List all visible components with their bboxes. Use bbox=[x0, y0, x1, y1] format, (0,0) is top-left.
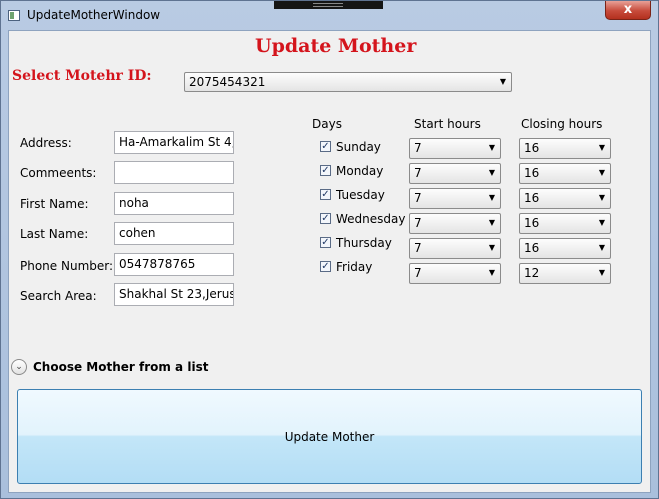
choose-mother-label: Choose Mother from a list bbox=[33, 360, 209, 374]
title-bar[interactable]: UpdateMotherWindow x bbox=[1, 1, 658, 29]
day-label-friday: Friday bbox=[336, 260, 373, 274]
close-hour-value: 16 bbox=[524, 191, 540, 205]
close-hour-select-monday[interactable]: 16 ▼ bbox=[519, 163, 611, 184]
day-checkbox-wednesday[interactable]: ✓ bbox=[320, 213, 331, 224]
start-hour-select-sunday[interactable]: 7 ▼ bbox=[409, 138, 501, 159]
chevron-down-icon: ▼ bbox=[488, 243, 495, 252]
start-hour-value: 7 bbox=[414, 166, 422, 180]
close-hour-value: 16 bbox=[524, 216, 540, 230]
start-hour-value: 7 bbox=[414, 216, 422, 230]
chevron-down-icon: ▼ bbox=[488, 268, 495, 277]
chevron-down-icon: ▼ bbox=[598, 143, 605, 152]
page-title: Update Mother bbox=[255, 35, 417, 57]
search-area-label: Search Area: bbox=[20, 289, 97, 303]
search-area-field[interactable]: Shakhal St 23,Jerusal bbox=[114, 283, 234, 306]
chevron-down-icon: ▼ bbox=[499, 77, 506, 86]
closing-hours-header: Closing hours bbox=[521, 117, 603, 131]
chevron-down-icon: ▼ bbox=[598, 218, 605, 227]
chevron-down-icon: ▼ bbox=[488, 218, 495, 227]
first-name-value: noha bbox=[119, 196, 149, 210]
update-mother-button-label: Update Mother bbox=[284, 430, 375, 444]
address-field[interactable]: Ha-Amarkalim St 4, J bbox=[114, 131, 234, 154]
start-hour-value: 7 bbox=[414, 266, 422, 280]
start-hour-select-monday[interactable]: 7 ▼ bbox=[409, 163, 501, 184]
first-name-label: First Name: bbox=[20, 197, 89, 211]
chevron-down-icon: ▼ bbox=[598, 168, 605, 177]
mother-id-value: 2075454321 bbox=[189, 75, 266, 89]
day-label-thursday: Thursday bbox=[336, 236, 392, 250]
day-label-monday: Monday bbox=[336, 164, 384, 178]
start-hour-value: 7 bbox=[414, 191, 422, 205]
start-hour-value: 7 bbox=[414, 141, 422, 155]
start-hours-header: Start hours bbox=[414, 117, 481, 131]
day-checkbox-tuesday[interactable]: ✓ bbox=[320, 189, 331, 200]
search-area-value: Shakhal St 23,Jerusal bbox=[119, 287, 234, 301]
start-hour-select-wednesday[interactable]: 7 ▼ bbox=[409, 213, 501, 234]
select-mother-label: Select Motehr ID: bbox=[12, 68, 152, 84]
chevron-down-icon: ▼ bbox=[488, 168, 495, 177]
day-label-wednesday: Wednesday bbox=[336, 212, 406, 226]
close-hour-select-tuesday[interactable]: 16 ▼ bbox=[519, 188, 611, 209]
chevron-down-icon[interactable]: ⌄ bbox=[11, 359, 27, 375]
comments-field[interactable] bbox=[114, 161, 234, 184]
phone-number-label: Phone Number: bbox=[20, 259, 114, 273]
address-label: Address: bbox=[20, 136, 72, 150]
window-title: UpdateMotherWindow bbox=[27, 8, 161, 22]
last-name-field[interactable]: cohen bbox=[114, 222, 234, 245]
start-hour-select-friday[interactable]: 7 ▼ bbox=[409, 263, 501, 284]
comments-label: Commeents: bbox=[20, 166, 97, 180]
close-hour-value: 16 bbox=[524, 241, 540, 255]
day-label-sunday: Sunday bbox=[336, 140, 381, 154]
chevron-down-icon: ▼ bbox=[488, 143, 495, 152]
address-value: Ha-Amarkalim St 4, J bbox=[119, 135, 234, 149]
app-window-icon bbox=[8, 10, 20, 21]
chevron-down-icon: ▼ bbox=[598, 243, 605, 252]
close-hour-value: 16 bbox=[524, 141, 540, 155]
update-mother-button[interactable]: Update Mother bbox=[17, 389, 642, 484]
start-hour-value: 7 bbox=[414, 241, 422, 255]
chevron-down-icon: ▼ bbox=[598, 268, 605, 277]
day-checkbox-thursday[interactable]: ✓ bbox=[320, 237, 331, 248]
last-name-label: Last Name: bbox=[20, 227, 89, 241]
close-hour-select-wednesday[interactable]: 16 ▼ bbox=[519, 213, 611, 234]
close-hour-select-thursday[interactable]: 16 ▼ bbox=[519, 238, 611, 259]
close-hour-select-sunday[interactable]: 16 ▼ bbox=[519, 138, 611, 159]
last-name-value: cohen bbox=[119, 226, 156, 240]
chevron-down-icon: ▼ bbox=[488, 193, 495, 202]
start-hour-select-thursday[interactable]: 7 ▼ bbox=[409, 238, 501, 259]
close-hour-select-friday[interactable]: 12 ▼ bbox=[519, 263, 611, 284]
day-checkbox-friday[interactable]: ✓ bbox=[320, 261, 331, 272]
phone-number-value: 0547878765 bbox=[119, 257, 196, 271]
phone-number-field[interactable]: 0547878765 bbox=[114, 253, 234, 276]
close-hour-value: 16 bbox=[524, 166, 540, 180]
mother-id-combobox[interactable]: 2075454321 ▼ bbox=[184, 72, 512, 92]
close-button[interactable]: x bbox=[605, 1, 651, 20]
first-name-field[interactable]: noha bbox=[114, 192, 234, 215]
grip-lines-icon bbox=[313, 3, 343, 7]
day-checkbox-sunday[interactable]: ✓ bbox=[320, 141, 331, 152]
window-content: Update Mother Select Motehr ID: 20754543… bbox=[8, 30, 651, 493]
day-label-tuesday: Tuesday bbox=[336, 188, 385, 202]
close-hour-value: 12 bbox=[524, 266, 540, 280]
main-window: UpdateMotherWindow x Update Mother Selec… bbox=[0, 0, 659, 499]
days-header: Days bbox=[312, 117, 342, 131]
day-checkbox-monday[interactable]: ✓ bbox=[320, 165, 331, 176]
chevron-down-icon: ▼ bbox=[598, 193, 605, 202]
start-hour-select-tuesday[interactable]: 7 ▼ bbox=[409, 188, 501, 209]
